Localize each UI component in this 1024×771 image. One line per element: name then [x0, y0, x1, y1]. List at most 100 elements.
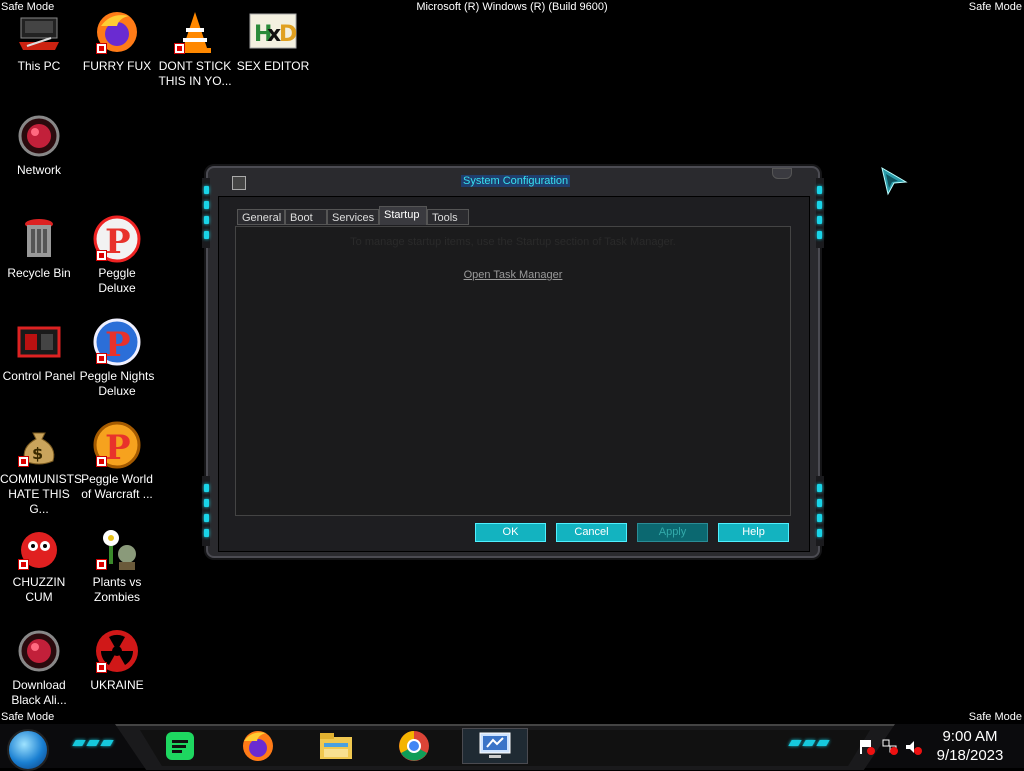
safe-mode-label-bottom-left: Safe Mode: [1, 711, 55, 723]
tab-boot[interactable]: Boot: [285, 209, 327, 225]
desktop-icon-label: SEX EDITOR: [236, 59, 310, 73]
network-status-icon[interactable]: [881, 738, 899, 756]
help-button[interactable]: Help: [718, 523, 789, 542]
frame-led: [204, 186, 209, 194]
desktop-icon-communists[interactable]: $ COMMUNISTS HATE THIS G...: [0, 421, 82, 517]
frame-led: [204, 484, 209, 492]
chuzzle-icon: [15, 524, 63, 572]
svg-text:P: P: [105, 428, 131, 468]
frame-led: [817, 484, 822, 492]
desktop-icon-dont-stick[interactable]: DONT STICK THIS IN YO...: [156, 8, 234, 89]
window-title: System Configuration: [461, 175, 571, 187]
desktop-icon-label: Plants vs Zombies: [92, 575, 142, 604]
frame-led: [817, 499, 822, 507]
vlc-cone-icon: [171, 8, 219, 56]
desktop-icon-label: Download Black Ali...: [11, 678, 67, 707]
spotify-icon: [166, 732, 194, 760]
plants-vs-zombies-icon: [93, 524, 141, 572]
frame-led: [204, 514, 209, 522]
desktop-icon-sex-editor[interactable]: HxD SEX EDITOR: [234, 8, 312, 74]
desktop-icon-this-pc[interactable]: This PC: [0, 8, 78, 74]
desktop-icon-label: COMMUNISTS HATE THIS G...: [0, 472, 82, 516]
download-orb-icon: [15, 627, 63, 675]
desktop-icon-network[interactable]: Network: [0, 112, 78, 178]
desktop-icon-chuzzin[interactable]: CHUZZIN CUM: [0, 524, 78, 605]
desktop-icon-label: Network: [16, 163, 61, 177]
desktop-icon-plants-vs-zombies[interactable]: Plants vs Zombies: [78, 524, 156, 605]
recycle-bin-icon: [15, 215, 63, 263]
svg-text:P: P: [105, 222, 131, 262]
taskbar-led: [100, 740, 114, 746]
hxd-editor-icon: HxD: [249, 8, 297, 56]
safe-mode-label-bottom-right: Safe Mode: [968, 711, 1022, 723]
desktop-icon-download[interactable]: Download Black Ali...: [0, 627, 78, 708]
tab-tools[interactable]: Tools: [427, 209, 469, 225]
desktop-icon-label: This PC: [17, 59, 61, 73]
svg-text:$: $: [32, 444, 43, 463]
svg-text:P: P: [105, 325, 131, 365]
window-system-icon[interactable]: [232, 176, 246, 190]
peggle-wow-icon: P: [93, 421, 141, 469]
taskbar-spotify[interactable]: [160, 727, 200, 765]
ok-button[interactable]: OK: [475, 523, 546, 542]
desktop-icon-furry-fux[interactable]: FURRY FUX: [78, 8, 156, 74]
taskbar-clock-date[interactable]: 9/18/2023: [930, 747, 1010, 764]
action-center-flag-icon[interactable]: [858, 738, 876, 756]
desktop-icon-label: Control Panel: [2, 369, 76, 383]
startup-tab-panel: To manage startup items, use the Startup…: [235, 226, 791, 516]
desktop-icon-label: DONT STICK THIS IN YO...: [158, 59, 232, 88]
taskbar-clock-time[interactable]: 9:00 AM: [930, 728, 1010, 745]
desktop-icon-label: CHUZZIN CUM: [12, 575, 66, 604]
firefox-icon: [243, 731, 273, 761]
volume-muted-icon[interactable]: [904, 738, 922, 756]
file-explorer-icon: [320, 733, 352, 759]
mouse-cursor-icon: [880, 166, 908, 200]
peggle-icon: P: [93, 215, 141, 263]
frame-led: [817, 529, 822, 537]
system-configuration-icon: [479, 732, 511, 758]
window-client-area: General Boot Services Startup Tools To m…: [218, 196, 810, 552]
desktop-icon-label: Recycle Bin: [7, 266, 71, 280]
frame-led: [204, 216, 209, 224]
start-button[interactable]: [7, 729, 49, 771]
desktop-icon-label: FURRY FUX: [82, 59, 152, 73]
taskbar-firefox[interactable]: [238, 727, 278, 765]
system-configuration-window[interactable]: System Configuration General Boot Servic…: [202, 166, 824, 558]
taskbar-chrome[interactable]: [394, 727, 434, 765]
frame-led: [204, 499, 209, 507]
firefox-icon: [93, 8, 141, 56]
desktop-icon-peggle-deluxe[interactable]: P Peggle Deluxe: [78, 215, 156, 296]
svg-text:D: D: [279, 22, 297, 47]
computer-icon: [15, 8, 63, 56]
cancel-button[interactable]: Cancel: [556, 523, 627, 542]
tab-startup[interactable]: Startup: [379, 206, 427, 225]
startup-message: To manage startup items, use the Startup…: [350, 236, 676, 248]
apply-button[interactable]: Apply: [637, 523, 708, 542]
desktop-icon-peggle-nights[interactable]: P Peggle Nights Deluxe: [78, 318, 156, 399]
control-panel-icon: [15, 318, 63, 366]
taskbar-led: [72, 740, 86, 746]
frame-led: [817, 231, 822, 239]
frame-led: [204, 201, 209, 209]
desktop-icon-peggle-wow[interactable]: P Peggle World of Warcraft ...: [78, 421, 156, 502]
radiation-icon: [93, 627, 141, 675]
desktop-icon-label: UKRAINE: [90, 678, 144, 692]
tab-services[interactable]: Services: [327, 209, 379, 225]
peggle-nights-icon: P: [93, 318, 141, 366]
close-icon[interactable]: [772, 168, 792, 179]
desktop-icon-label: Peggle World of Warcraft ...: [81, 472, 153, 501]
desktop-icon-control-panel[interactable]: Control Panel: [0, 318, 78, 384]
desktop-icon-recycle-bin[interactable]: Recycle Bin: [0, 215, 78, 281]
frame-led: [817, 201, 822, 209]
frame-led: [204, 529, 209, 537]
tab-general[interactable]: General: [237, 209, 285, 225]
desktop-icon-ukraine[interactable]: UKRAINE: [78, 627, 156, 693]
taskbar-file-explorer[interactable]: [316, 727, 356, 765]
desktop-icon-label: Peggle Nights Deluxe: [79, 369, 155, 398]
chrome-icon: [399, 731, 429, 761]
network-orb-icon: [15, 112, 63, 160]
taskbar-system-configuration[interactable]: [462, 728, 528, 764]
frame-led: [204, 231, 209, 239]
open-task-manager-link[interactable]: Open Task Manager: [236, 269, 790, 281]
frame-led: [817, 216, 822, 224]
